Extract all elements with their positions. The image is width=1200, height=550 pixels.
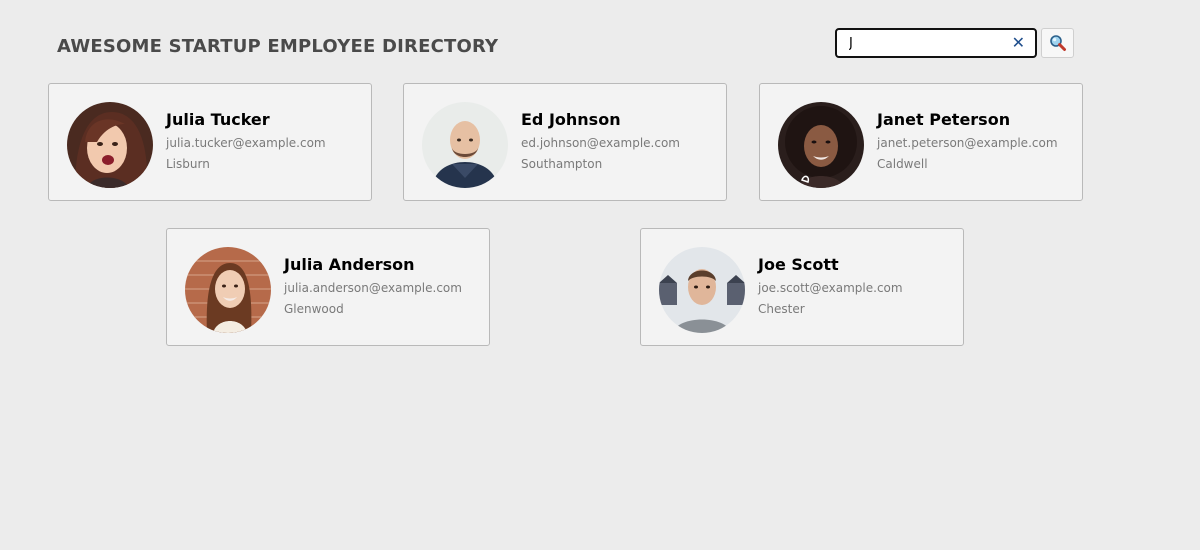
employee-email: julia.anderson@example.com: [284, 281, 462, 295]
employee-city: Lisburn: [166, 157, 210, 171]
avatar: [659, 247, 745, 333]
employee-name: Joe Scott: [758, 255, 839, 274]
magnifier-icon: [1049, 35, 1066, 51]
employee-email: julia.tucker@example.com: [166, 136, 326, 150]
search-form: ✕: [835, 28, 1075, 58]
employee-card[interactable]: Julia Tucker julia.tucker@example.com Li…: [48, 83, 372, 201]
avatar: [185, 247, 271, 333]
avatar: [422, 102, 508, 188]
avatar: [778, 102, 864, 188]
employee-email: ed.johnson@example.com: [521, 136, 680, 150]
employee-email: joe.scott@example.com: [758, 281, 903, 295]
employee-card[interactable]: Joe Scott joe.scott@example.com Chester: [640, 228, 964, 346]
employee-email: janet.peterson@example.com: [877, 136, 1058, 150]
bald-man-portrait-icon: [422, 102, 508, 188]
employee-card[interactable]: Ed Johnson ed.johnson@example.com Southa…: [403, 83, 727, 201]
woman-brick-wall-portrait-icon: [185, 247, 271, 333]
employee-name: Julia Tucker: [166, 110, 270, 129]
employee-city: Chester: [758, 302, 805, 316]
search-input[interactable]: [849, 34, 999, 52]
search-button[interactable]: [1041, 28, 1074, 58]
employee-city: Glenwood: [284, 302, 344, 316]
employee-card[interactable]: Janet Peterson janet.peterson@example.co…: [759, 83, 1083, 201]
page-title: AWESOME STARTUP EMPLOYEE DIRECTORY: [57, 36, 499, 57]
search-field[interactable]: ✕: [835, 28, 1037, 58]
avatar: [67, 102, 153, 188]
employee-name: Janet Peterson: [877, 110, 1011, 129]
employee-name: Ed Johnson: [521, 110, 621, 129]
man-short-hair-portrait-icon: [659, 247, 745, 333]
employee-city: Caldwell: [877, 157, 928, 171]
woman-curly-hair-portrait-icon: [778, 102, 864, 188]
close-icon[interactable]: ✕: [1012, 34, 1025, 52]
woman-brown-hair-portrait-icon: [67, 102, 153, 188]
employee-city: Southampton: [521, 157, 603, 171]
employee-card[interactable]: Julia Anderson julia.anderson@example.co…: [166, 228, 490, 346]
employee-name: Julia Anderson: [284, 255, 415, 274]
